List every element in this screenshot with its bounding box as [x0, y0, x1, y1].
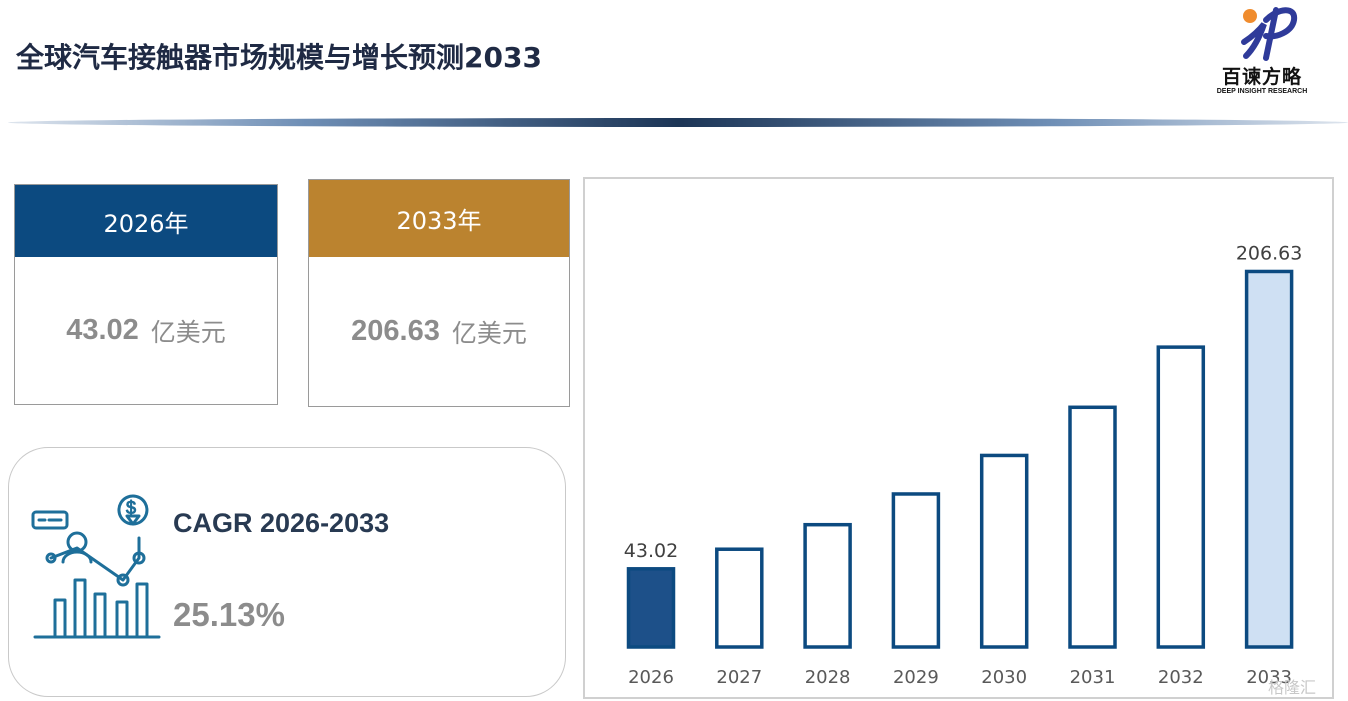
market-size-2026-unit: 亿美元	[150, 317, 226, 347]
brand-logo-icon	[1241, 7, 1298, 61]
bar-2028	[803, 522, 852, 649]
header-divider	[8, 118, 1348, 127]
x-tick-label-2026: 2026	[628, 667, 674, 688]
bar-2030	[979, 453, 1029, 649]
market-size-2033-value-row: 206.63 亿美元	[309, 257, 569, 406]
x-tick-label-2027: 2027	[716, 667, 762, 688]
svg-text:$: $	[126, 498, 136, 518]
market-size-2033-card: 2033年 206.63 亿美元	[308, 179, 570, 407]
market-size-2033-value: 206.63	[351, 315, 440, 347]
bar-2032	[1156, 345, 1206, 649]
brand-logo-subtitle: DEEP INSIGHT RESEARCH	[1216, 88, 1308, 95]
x-tick-label-2029: 2029	[893, 667, 939, 688]
market-size-2033-unit: 亿美元	[451, 318, 527, 348]
cagr-label: CAGR 2026-2033	[173, 508, 390, 538]
data-label-2033: 206.63	[1236, 242, 1302, 264]
bar-2029	[891, 492, 941, 649]
growth-analytics-icon: $	[31, 494, 161, 639]
brand-logo: 百谏方略 DEEP INSIGHT RESEARCH	[1210, 2, 1314, 98]
brand-logo-name: 百谏方略	[1221, 66, 1302, 88]
watermark: 格隆汇	[1268, 678, 1317, 697]
bar-2027	[715, 547, 764, 649]
bar-2033	[1244, 269, 1294, 649]
cagr-value: 25.13%	[173, 596, 285, 633]
bar-2026	[626, 567, 676, 649]
cagr-panel: $ CAGR 2026-2033 25.13%	[8, 447, 566, 697]
data-label-2026: 43.02	[624, 540, 678, 562]
x-tick-label-2030: 2030	[981, 667, 1027, 688]
market-size-2033-year: 2033年	[309, 180, 569, 257]
x-tick-label-2031: 2031	[1070, 667, 1116, 688]
x-tick-label-2028: 2028	[805, 667, 851, 688]
market-size-2026-value-row: 43.02 亿美元	[15, 257, 277, 404]
market-size-bar-chart: 2026 43.02 2027 2028 2029 2030 2031 2032 2033 206…	[583, 177, 1334, 699]
bar-2031	[1068, 405, 1117, 649]
page-title: 全球汽车接触器市场规模与增长预测2033	[16, 41, 542, 74]
x-tick-label-2032: 2032	[1158, 667, 1204, 688]
bar-chart-canvas: 202643.022027 2028 2029 2030 2031 2032 2033206…	[624, 242, 1303, 688]
market-size-2026-value: 43.02	[66, 314, 139, 346]
market-size-2026-year: 2026年	[15, 185, 277, 257]
market-size-2026-card: 2026年 43.02 亿美元	[14, 184, 278, 405]
